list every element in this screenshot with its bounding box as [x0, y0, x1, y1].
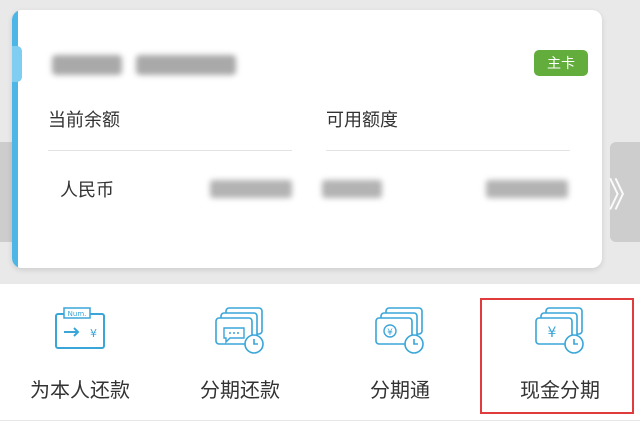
- menu-item-cash-installment[interactable]: ¥ 现金分期: [480, 284, 640, 427]
- num-transfer-yuan-icon: Num. ¥: [55, 307, 105, 349]
- function-menu: Num. ¥ 为本人还款 分期还款 ¥ 分期通 ¥ 现金分期: [0, 284, 640, 427]
- installment-repay-icon: [215, 307, 264, 354]
- card-accent-tab: [12, 46, 22, 82]
- blurred-text: [52, 55, 122, 75]
- menu-item-label: 分期通: [370, 378, 430, 402]
- divider: [48, 150, 292, 151]
- next-card-button[interactable]: 》: [608, 142, 640, 242]
- blurred-balance-value: [210, 180, 292, 198]
- blurred-text: [136, 55, 236, 75]
- svg-text:¥: ¥: [548, 325, 557, 341]
- menu-item-self-repay[interactable]: Num. ¥ 为本人还款: [0, 284, 160, 427]
- divider: [0, 420, 640, 421]
- primary-card-badge: 主卡: [534, 50, 588, 76]
- installment-pass-icon: ¥: [375, 307, 424, 354]
- svg-text:Num.: Num.: [68, 310, 87, 318]
- menu-item-label: 为本人还款: [30, 378, 130, 402]
- card-number-masked: [52, 50, 242, 80]
- current-balance-label: 当前余额: [48, 110, 120, 131]
- divider: [326, 150, 570, 151]
- svg-text:¥: ¥: [90, 327, 97, 340]
- svg-text:¥: ¥: [387, 328, 393, 338]
- blurred-credit-value: [486, 180, 568, 198]
- menu-item-installment-pass[interactable]: ¥ 分期通: [320, 284, 480, 427]
- available-credit-label: 可用额度: [326, 110, 398, 131]
- cash-installment-icon: ¥: [535, 307, 584, 354]
- menu-item-installment-repay[interactable]: 分期还款: [160, 284, 320, 427]
- credit-card-panel[interactable]: 主卡 当前余额 可用额度 人民币: [12, 10, 602, 268]
- menu-item-label: 现金分期: [520, 378, 600, 402]
- blurred-credit-value: [322, 180, 382, 198]
- menu-item-label: 分期还款: [200, 378, 280, 402]
- chevron-right-icon: 》: [608, 175, 640, 216]
- currency-label: 人民币: [60, 180, 114, 201]
